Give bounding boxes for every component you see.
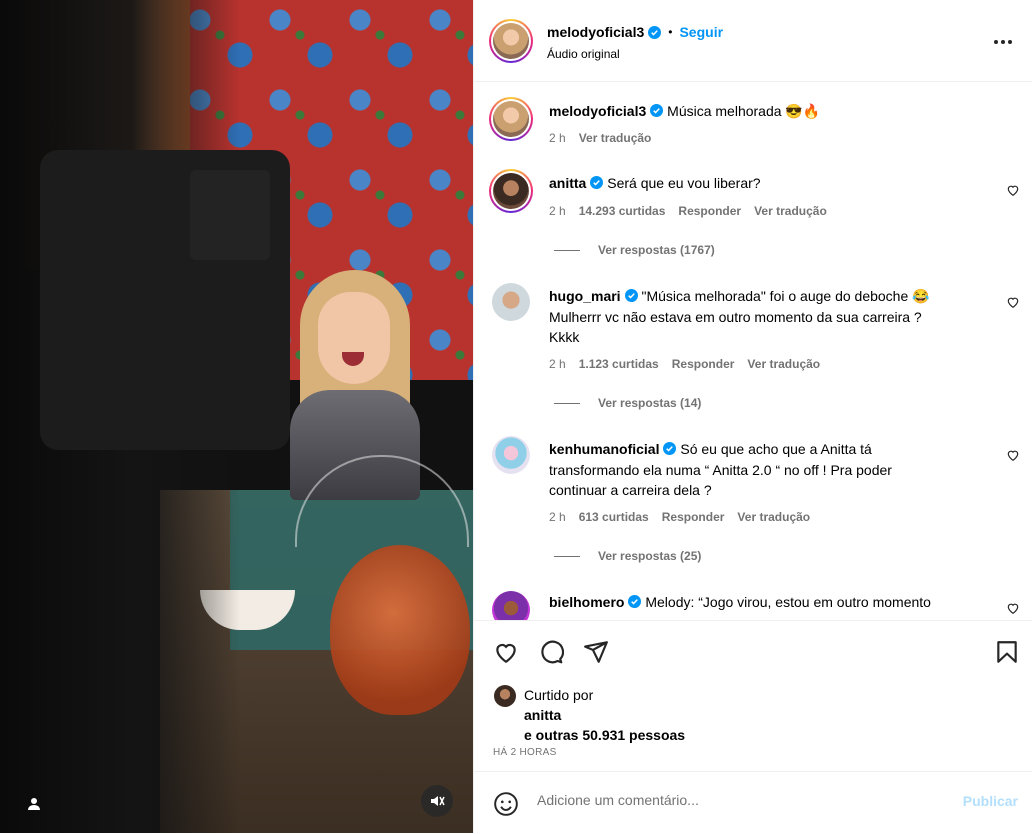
comment-username[interactable]: anitta bbox=[549, 175, 586, 191]
post-time-ago[interactable]: HÁ 2 HORAS bbox=[493, 747, 557, 758]
caption-translate-link[interactable]: Ver tradução bbox=[579, 131, 652, 145]
tag-user-icon[interactable] bbox=[22, 792, 46, 816]
comment-like-heart-icon[interactable] bbox=[1006, 448, 1020, 462]
comment-text: bielhomero Melody: “Jogo virou, estou em… bbox=[549, 592, 989, 613]
caption-username[interactable]: melodyoficial3 bbox=[549, 103, 646, 119]
replies-divider-line bbox=[554, 555, 580, 557]
follow-button[interactable]: Seguir bbox=[679, 24, 723, 40]
comment-body-line-3: Kkkk bbox=[549, 329, 580, 345]
replies-divider-line bbox=[554, 402, 580, 404]
post-actions-section: Curtido por anitta e outras 50.931 pesso… bbox=[474, 620, 1032, 833]
view-replies-button[interactable]: Ver respostas (25) bbox=[554, 549, 701, 563]
comment-username[interactable]: bielhomero bbox=[549, 594, 624, 610]
share-icon[interactable] bbox=[583, 639, 609, 665]
view-replies-button[interactable]: Ver respostas (14) bbox=[554, 396, 701, 410]
comment-time: 2 h bbox=[549, 204, 566, 218]
comment-likes-count[interactable]: 14.293 curtidas bbox=[579, 204, 666, 218]
caption-body: Música melhorada 😎🔥 bbox=[667, 103, 821, 119]
comment-time: 2 h bbox=[549, 357, 566, 371]
post-side-panel: melodyoficial3 • Seguir Áudio original m… bbox=[473, 0, 1032, 833]
comment-icon[interactable] bbox=[538, 639, 564, 665]
author-username[interactable]: melodyoficial3 bbox=[547, 24, 644, 40]
verified-icon bbox=[624, 289, 638, 302]
comment-body-line-3: continuar a carreira dela ? bbox=[549, 482, 712, 498]
liked-by-label: Curtido por bbox=[524, 687, 594, 703]
view-replies-label: Ver respostas (1767) bbox=[598, 243, 715, 257]
comments-list[interactable]: melodyoficial3 Música melhorada 😎🔥 2 h V… bbox=[474, 82, 1032, 620]
caption-time: 2 h bbox=[549, 131, 566, 145]
comment-input[interactable]: Adicione um comentário... bbox=[537, 792, 699, 808]
avatar bbox=[493, 23, 529, 59]
translate-link[interactable]: Ver tradução bbox=[737, 510, 810, 524]
comment-meta: 2 h 1.123 curtidas Responder Ver traduçã… bbox=[549, 357, 820, 371]
liked-by-avatar[interactable] bbox=[494, 685, 516, 707]
comment-like-heart-icon[interactable] bbox=[1006, 601, 1020, 615]
comment-body-line-2: transformando ela numa “ Anitta 2.0 “ no… bbox=[549, 461, 892, 478]
comment-avatar-ring[interactable] bbox=[489, 169, 533, 213]
likes-others-count[interactable]: e outras 50.931 pessoas bbox=[524, 727, 685, 743]
comment-body: Será que eu vou liberar? bbox=[607, 175, 761, 191]
caption-avatar-ring[interactable] bbox=[489, 97, 533, 141]
post-media-video[interactable] bbox=[0, 0, 473, 833]
camera-lens bbox=[190, 170, 270, 260]
comment-avatar[interactable] bbox=[492, 591, 530, 620]
reply-button[interactable]: Responder bbox=[678, 204, 741, 218]
avatar bbox=[493, 173, 529, 209]
comment-body-line-1: "Música melhorada" foi o auge do deboche… bbox=[641, 288, 930, 304]
comment-like-heart-icon[interactable] bbox=[1006, 183, 1020, 197]
publish-button[interactable]: Publicar bbox=[963, 793, 1018, 809]
translate-link[interactable]: Ver tradução bbox=[754, 204, 827, 218]
post-header: melodyoficial3 • Seguir Áudio original bbox=[474, 0, 1032, 82]
comment-likes-count[interactable]: 1.123 curtidas bbox=[579, 357, 659, 371]
translate-link[interactable]: Ver tradução bbox=[747, 357, 820, 371]
comment-time: 2 h bbox=[549, 510, 566, 524]
comment-username[interactable]: kenhumanoficial bbox=[549, 441, 659, 457]
like-heart-icon[interactable] bbox=[493, 639, 519, 665]
separator-dot: • bbox=[668, 25, 673, 39]
verified-icon bbox=[663, 442, 677, 455]
verified-icon bbox=[650, 104, 664, 117]
view-replies-button[interactable]: Ver respostas (1767) bbox=[554, 243, 715, 257]
add-comment-row: Adicione um comentário... Publicar bbox=[474, 771, 1032, 834]
liked-by-username[interactable]: anitta bbox=[524, 707, 561, 723]
comment-username[interactable]: hugo_mari bbox=[549, 288, 621, 304]
avatar bbox=[493, 101, 529, 137]
author-avatar-ring[interactable] bbox=[489, 19, 533, 63]
orange-jug bbox=[330, 545, 470, 715]
view-replies-label: Ver respostas (14) bbox=[598, 396, 702, 410]
view-replies-label: Ver respostas (25) bbox=[598, 549, 702, 563]
caption-meta: 2 h Ver tradução bbox=[549, 131, 651, 145]
reply-button[interactable]: Responder bbox=[662, 510, 725, 524]
comment-meta: 2 h 613 curtidas Responder Ver tradução bbox=[549, 510, 810, 524]
comment-body-line-1: Melody: “Jogo virou, estou em outro mome… bbox=[645, 594, 931, 610]
save-bookmark-icon[interactable] bbox=[994, 639, 1020, 665]
comment-avatar[interactable] bbox=[492, 436, 530, 474]
comment-meta: 2 h 14.293 curtidas Responder Ver traduç… bbox=[549, 204, 827, 218]
verified-icon bbox=[648, 25, 662, 39]
audio-label[interactable]: Áudio original bbox=[547, 47, 620, 61]
verified-icon bbox=[590, 176, 604, 189]
reply-button[interactable]: Responder bbox=[672, 357, 735, 371]
comment-avatar[interactable] bbox=[492, 283, 530, 321]
mute-icon[interactable] bbox=[421, 785, 453, 817]
comment-like-heart-icon[interactable] bbox=[1006, 295, 1020, 309]
comment-text: hugo_mari "Música melhorada" foi o auge … bbox=[549, 286, 989, 348]
verified-icon bbox=[628, 595, 642, 608]
more-options-icon[interactable] bbox=[991, 30, 1015, 54]
replies-divider-line bbox=[554, 249, 580, 251]
comment-likes-count[interactable]: 613 curtidas bbox=[579, 510, 649, 524]
caption-text: melodyoficial3 Música melhorada 😎🔥 bbox=[549, 101, 820, 122]
comment-body-line-2: Mulherrr vc não estava em outro momento … bbox=[549, 308, 922, 325]
liked-by-summary: Curtido por anitta e outras 50.931 pesso… bbox=[524, 685, 685, 745]
comment-text: kenhumanoficial Só eu que acho que a Ani… bbox=[549, 439, 989, 501]
comment-text: anitta Será que eu vou liberar? bbox=[549, 173, 761, 194]
emoji-icon[interactable] bbox=[493, 791, 519, 817]
comment-body-line-1: Só eu que acho que a Anitta tá bbox=[680, 441, 872, 457]
